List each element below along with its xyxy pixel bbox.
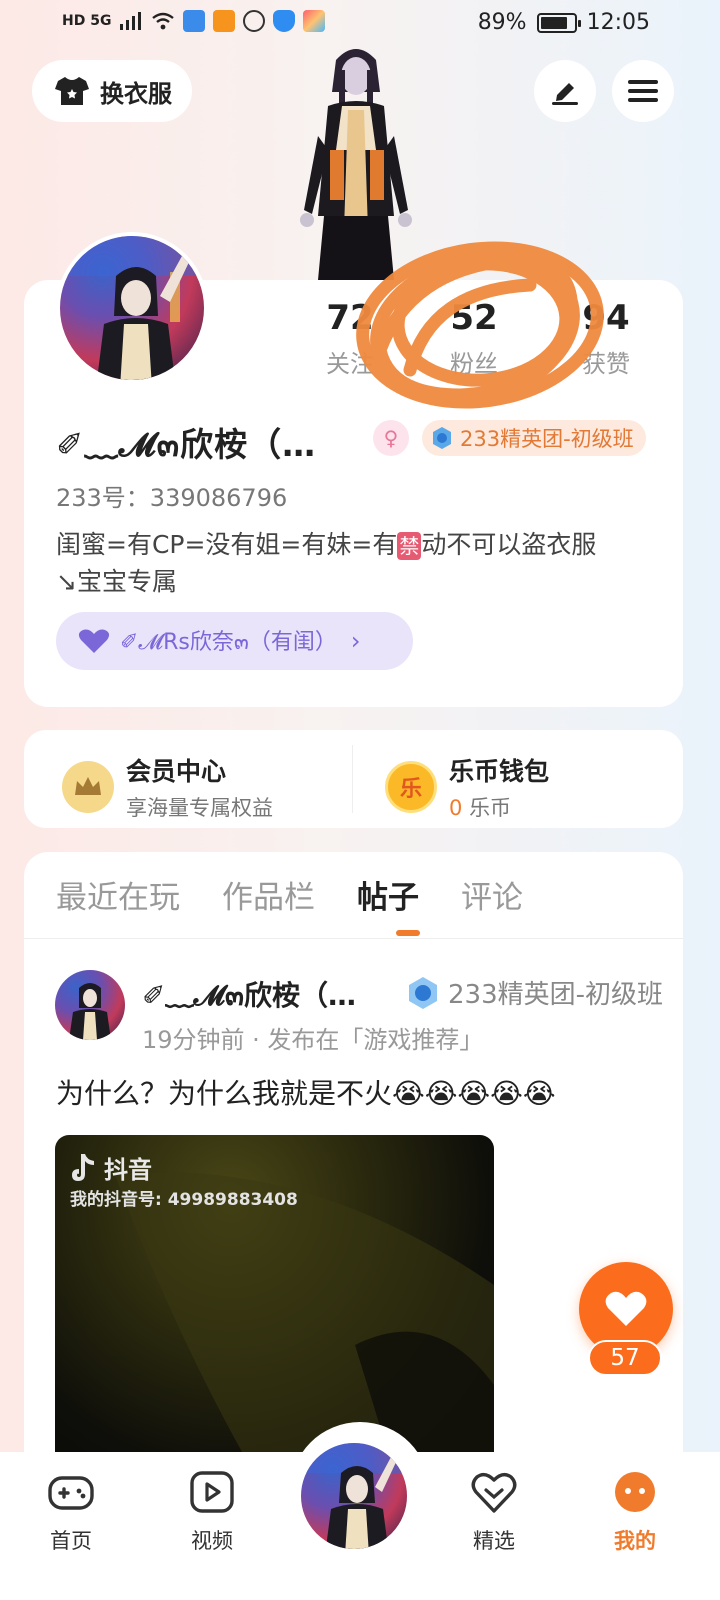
wallet-balance: 0 乐币: [449, 792, 549, 822]
wallet-unit: 乐币: [469, 796, 512, 820]
heart-gift-icon: [471, 1472, 517, 1513]
cp-relationship-pill[interactable]: ✐𝓜Rs欣奈๓（有闺） ›: [56, 612, 413, 670]
gender-symbol: ♀: [383, 426, 399, 450]
change-outfit-label: 换衣服: [100, 79, 172, 108]
rank-label: 233精英团-初级班: [460, 427, 634, 451]
bio-text-line2: ↘宝宝专属: [56, 567, 177, 596]
member-center-entry[interactable]: 会员中心 享海量专属权益: [62, 752, 273, 822]
edit-profile-button[interactable]: [534, 60, 596, 122]
bio: 闺蜜=有CP=没有姐=有妹=有 禁动不可以盗衣服 ↘宝宝专属: [56, 526, 656, 600]
play-icon: [190, 1471, 234, 1513]
post-text[interactable]: 为什么？为什么我就是不火😭😭😭😭😭: [56, 1072, 556, 1112]
camera-app-icon: [243, 10, 266, 32]
member-wallet-divider: [352, 745, 353, 813]
nav-mine-label: 我的: [614, 1529, 656, 1553]
avatar[interactable]: [56, 232, 208, 384]
tab-comments[interactable]: 评论: [461, 872, 523, 917]
heart-icon: [605, 1291, 647, 1326]
change-outfit-button[interactable]: 换衣服: [32, 60, 192, 122]
member-center-sub: 享海量专属权益: [126, 796, 273, 820]
rank-gem-icon: [409, 976, 437, 1009]
tiktok-watermark: 抖音: [68, 1150, 152, 1185]
tiktok-icon: [72, 1153, 94, 1181]
video-app-icon: [213, 10, 236, 32]
battery-icon: [536, 12, 581, 33]
menu-button[interactable]: [612, 60, 674, 122]
pen-icon: [552, 83, 578, 105]
chevron-right-icon: ›: [350, 627, 361, 655]
tab-posts[interactable]: 帖子: [357, 872, 419, 917]
status-right: 89% 12:05: [478, 10, 650, 35]
active-tab-indicator: [396, 930, 420, 936]
nav-mine[interactable]: 我的: [590, 1470, 680, 1555]
watermark-user-id: 我的抖音号: 49989883408: [70, 1190, 298, 1210]
member-center-title: 会员中心: [126, 757, 227, 786]
user-id[interactable]: 233号：339086796: [56, 478, 287, 513]
tab-recently-played[interactable]: 最近在玩: [56, 872, 180, 917]
bio-text-a: 闺蜜=有CP=没有姐=有妹=有: [56, 530, 398, 559]
app-notification-icon: [183, 10, 206, 32]
status-icons: HD 5G: [62, 10, 326, 32]
nickname: ✐﹏𝓜๓欣桉（…: [56, 425, 317, 464]
nav-center-avatar[interactable]: [298, 1440, 410, 1552]
post-meta: 19分钟前 · 发布在「游戏推荐」: [142, 1026, 484, 1054]
shield-app-icon: [273, 10, 296, 32]
network-label: HD 5G: [62, 13, 112, 29]
wallet-entry[interactable]: 乐 乐币钱包 0 乐币: [385, 752, 549, 822]
post-author-name[interactable]: ✐﹏𝓜๓欣桉（…: [142, 974, 356, 1018]
gender-female-icon: ♀: [373, 420, 409, 456]
post-author-avatar[interactable]: [55, 970, 125, 1040]
post-author-rank: 233精英团-初级班: [406, 974, 663, 1011]
tab-works[interactable]: 作品栏: [222, 872, 315, 917]
ban-badge: 禁: [397, 532, 422, 560]
bio-text-b: 动不可以盗衣服: [421, 530, 597, 559]
post-avatar-portrait: [69, 983, 111, 1040]
crown-icon: [62, 761, 114, 813]
colorful-app-icon: [303, 10, 326, 32]
hamburger-icon: [628, 80, 658, 102]
wallet-amount: 0: [449, 796, 463, 820]
like-count: 57: [588, 1340, 662, 1376]
heart-icon: [78, 629, 110, 653]
face-icon: [615, 1472, 655, 1512]
wifi-icon: [152, 12, 175, 30]
profile-tabs: 最近在玩 作品栏 帖子 评论: [56, 872, 523, 917]
nav-featured-label: 精选: [473, 1529, 515, 1553]
nav-video-label: 视频: [191, 1529, 233, 1553]
rank-badge[interactable]: 233精英团-初级班: [422, 420, 646, 456]
nav-video[interactable]: 视频: [167, 1470, 257, 1555]
clock: 12:05: [586, 10, 650, 35]
cp-label: ✐𝓜Rs欣奈๓（有闺）: [120, 629, 337, 655]
coin-icon-text: 乐: [399, 777, 422, 802]
nav-home[interactable]: 首页: [26, 1470, 116, 1555]
orange-scribble-annotation: [356, 241, 604, 409]
rank-gem-icon: [433, 427, 451, 449]
wallet-title: 乐币钱包: [449, 757, 550, 786]
battery-percent: 89%: [477, 10, 527, 35]
post-rank-label: 233精英团-初级班: [448, 980, 664, 1010]
signal-icon: [120, 12, 142, 30]
shirt-icon: [55, 77, 89, 105]
nav-featured[interactable]: 精选: [449, 1470, 539, 1555]
coin-icon: 乐: [385, 761, 437, 813]
tabs-divider: [24, 938, 683, 939]
gamepad-icon: [48, 1476, 94, 1510]
watermark-app-name: 抖音: [104, 1156, 152, 1184]
nav-home-label: 首页: [50, 1529, 92, 1553]
